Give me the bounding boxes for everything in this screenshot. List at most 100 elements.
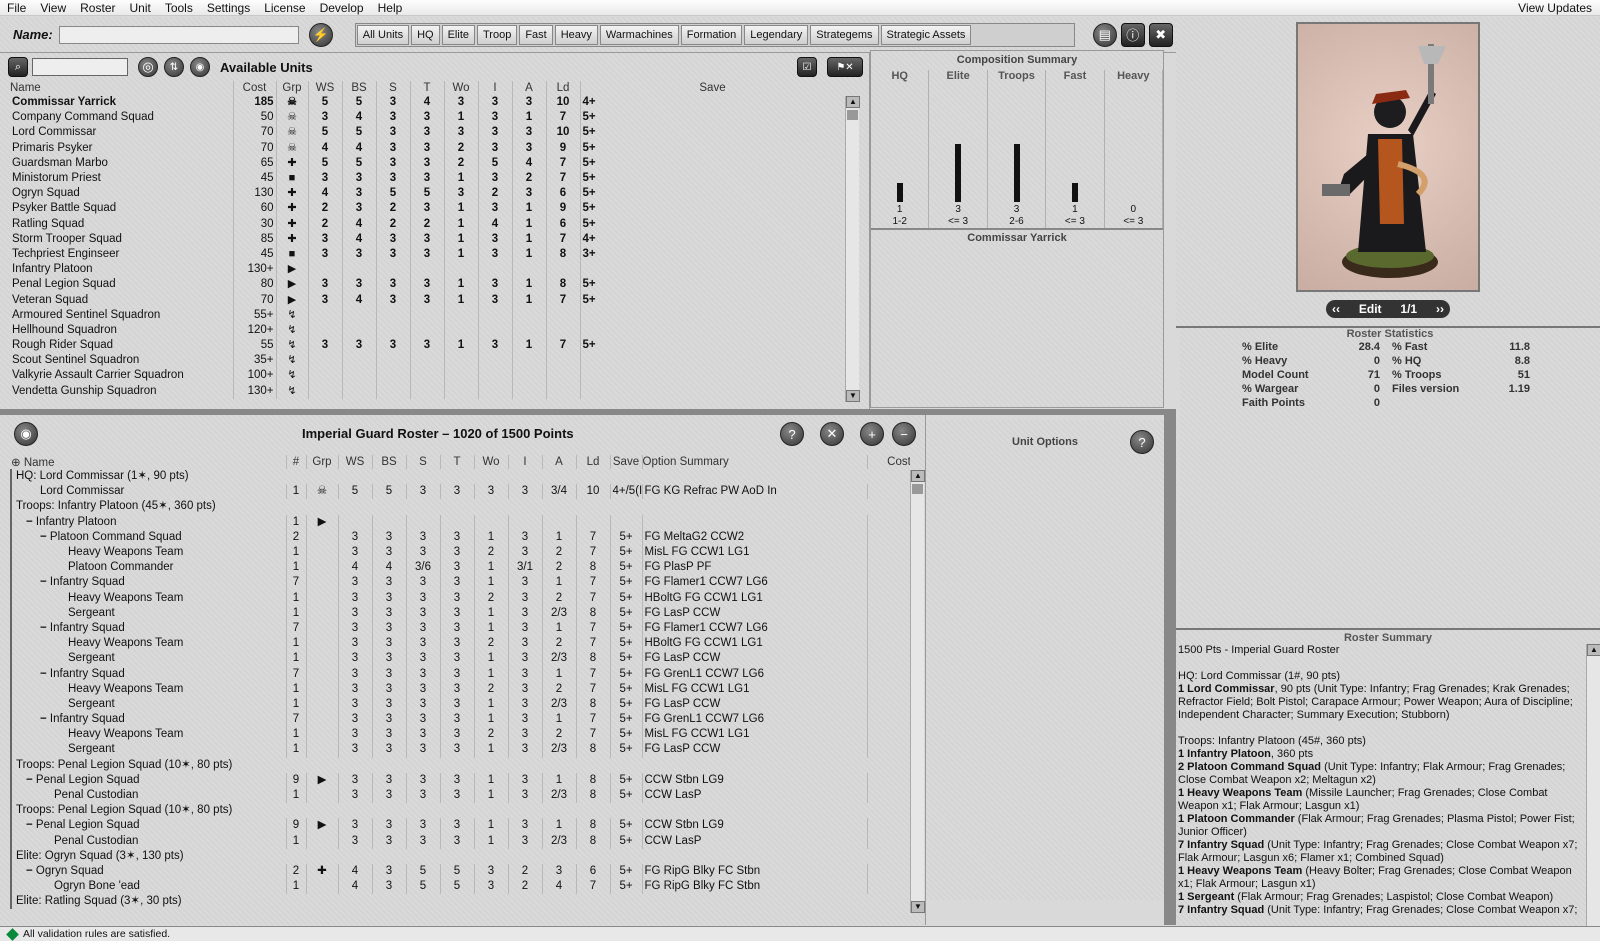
roster-unit-row[interactable]: − Penal Legion Squad 9 ▶ 3 3 3 3 1 3 1 8 5+ CCW Stbn… <box>10 772 910 788</box>
column-header-ld[interactable]: Ld <box>546 81 581 95</box>
column-header-s[interactable]: S <box>376 81 411 95</box>
roster-column-a[interactable]: A <box>542 455 577 469</box>
collapse-icon[interactable]: − <box>26 819 36 831</box>
roster-unit-row[interactable]: Lord Commissar 1 ☠ 5 5 3 3 3 3 3/4 10 4+/5(I FG KG R… <box>10 484 910 500</box>
roster-column-option-summary[interactable]: Option Summary <box>642 455 868 469</box>
available-unit-row[interactable]: Penal Legion Squad 80 ▶ 3 3 3 3 1 3 1 8 5+ <box>10 277 845 293</box>
edit-button[interactable]: Edit <box>1359 302 1382 316</box>
available-unit-row[interactable]: Commissar Yarrick 185 ☠ 5 5 3 4 3 3 3 10 4+ <box>10 95 845 111</box>
tab-troop[interactable]: Troop <box>477 24 518 45</box>
available-unit-row[interactable]: Storm Trooper Squad 85 ✚ 3 4 3 3 1 3 1 7 4+ <box>10 231 845 247</box>
tab-strategic-assets[interactable]: Strategic Assets <box>880 24 972 45</box>
available-unit-row[interactable]: Ratling Squad 30 ✚ 2 4 2 2 1 4 1 6 5+ <box>10 216 845 232</box>
roster-section-row[interactable]: Troops: Infantry Platoon (45✶, 360 pts) <box>10 499 910 515</box>
roster-section-row[interactable]: HQ: Lord Commissar (1✶, 90 pts) <box>10 469 910 485</box>
available-unit-row[interactable]: Vendetta Gunship Squadron 130+ ↯ <box>10 383 845 399</box>
clear-search-icon[interactable]: ◎ <box>138 57 158 77</box>
roster-unit-row[interactable]: Sergeant13333132/385+FG LasP CCW[5] <box>10 651 910 667</box>
validate-icon[interactable]: ⚡ <box>308 22 333 47</box>
roster-unit-row[interactable]: Penal Custodian13333132/385+CCW LasP[8] <box>10 833 910 849</box>
vertical-splitter[interactable] <box>1164 415 1176 925</box>
roster-section-row[interactable]: Troops: Penal Legion Squad (10✶, 80 pts) <box>10 757 910 773</box>
column-header-cost[interactable]: Cost <box>233 81 277 95</box>
available-unit-row[interactable]: Psyker Battle Squad 60 ✚ 2 3 2 3 1 3 1 9 5+ <box>10 201 845 217</box>
scroll-up-icon[interactable]: ▲ <box>846 96 860 108</box>
available-unit-row[interactable]: Rough Rider Squad 55 ↯ 3 3 3 3 1 3 1 7 5+ <box>10 338 845 354</box>
eye-icon[interactable]: ◉ <box>190 57 210 77</box>
roster-section-row[interactable]: Elite: Ogryn Squad (3✶, 130 pts) <box>10 848 910 864</box>
roster-eye-icon[interactable]: ◉ <box>14 422 38 446</box>
roster-column-cost[interactable]: Cost <box>867 455 910 469</box>
roster-scroll-down-icon[interactable]: ▼ <box>911 901 925 913</box>
roster-unit-row[interactable]: Heavy Weapons Team 1 3 3 3 3 2 3 2 7 5+ MisL FG CCW… <box>10 544 910 561</box>
tab-warmachines[interactable]: Warmachines <box>599 24 679 45</box>
prev-icon[interactable]: ‹‹ <box>1332 302 1340 316</box>
column-header-a[interactable]: A <box>512 81 547 95</box>
roster-unit-row[interactable]: − Infantry Squad 7 3 3 3 3 1 3 1 7 5+ FG Flamer1 CC… <box>10 575 910 591</box>
checklist-icon[interactable]: ☑ <box>797 57 817 77</box>
roster-column-t[interactable]: T <box>440 455 475 469</box>
sort-icon[interactable]: ⇅ <box>164 57 184 77</box>
collapse-icon[interactable]: − <box>40 576 50 588</box>
roster-unit-row[interactable]: Heavy Weapons Team 1 3 3 3 3 2 3 2 7 5+ MisL FG CCW… <box>10 727 910 743</box>
roster-column-i[interactable]: I <box>508 455 543 469</box>
roster-section-row[interactable]: Troops: Penal Legion Squad (10✶, 80 pts) <box>10 803 910 819</box>
roster-scroll-thumb[interactable] <box>912 484 923 494</box>
roster-unit-row[interactable]: − Penal Legion Squad 9 ▶ 3 3 3 3 1 3 1 8 5+ CCW Stbn… <box>10 818 910 834</box>
flag-icon[interactable]: ⚑✕ <box>827 57 863 77</box>
roster-unit-row[interactable]: Heavy Weapons Team 1 3 3 3 3 2 3 2 7 5+ MisL FG CCW… <box>10 681 910 697</box>
column-header-bs[interactable]: BS <box>342 81 377 95</box>
roster-unit-row[interactable]: − Ogryn Squad 2 ✚ 4 3 5 5 3 2 3 6 5+ FG RipG Blky FC… <box>10 863 910 880</box>
unit-options-help-icon[interactable]: ? <box>1130 430 1154 454</box>
roster-column-save[interactable]: Save <box>610 455 643 469</box>
roster-unit-row[interactable]: Heavy Weapons Team 1 3 3 3 3 2 3 2 7 5+ HBoltG FG C… <box>10 590 910 606</box>
menu-tools[interactable]: Tools <box>158 0 200 16</box>
tab-fast[interactable]: Fast <box>519 24 553 45</box>
tab-legendary[interactable]: Legendary <box>744 24 809 45</box>
remove-unit-icon[interactable]: ✕ <box>820 422 844 446</box>
column-header-i[interactable]: I <box>478 81 513 95</box>
roster-column-ws[interactable]: WS <box>338 455 373 469</box>
roster-unit-row[interactable]: Sergeant13333132/385+FG LasP CCW[5] <box>10 605 910 621</box>
tab-elite[interactable]: Elite <box>441 24 475 45</box>
print-icon[interactable]: ▤ <box>1092 22 1117 47</box>
available-unit-row[interactable]: Ministorum Priest 45 ■ 3 3 3 3 1 3 2 7 5+ <box>10 170 845 187</box>
roster-column-grp[interactable]: Grp <box>306 455 339 469</box>
menu-help[interactable]: Help <box>371 0 410 16</box>
roster-column-s[interactable]: S <box>406 455 441 469</box>
available-unit-row[interactable]: Scout Sentinel Squadron 35+ ↯ <box>10 353 845 369</box>
collapse-icon[interactable]: − <box>40 622 50 634</box>
tab-formation[interactable]: Formation <box>680 24 743 45</box>
roster-column-ld[interactable]: Ld <box>576 455 611 469</box>
available-unit-row[interactable]: Veteran Squad 70 ▶ 3 4 3 3 1 3 1 7 5+ <box>10 292 845 308</box>
tab-hq[interactable]: HQ <box>411 24 440 45</box>
tools-icon[interactable]: ✖ <box>1148 22 1173 47</box>
available-scrollbar[interactable]: ▲ ▼ <box>845 96 860 402</box>
collapse-icon[interactable]: − <box>26 865 36 877</box>
available-unit-row[interactable]: Lord Commissar 70 ☠ 5 5 3 3 3 3 3 10 5+ <box>10 125 845 141</box>
roster-column-#[interactable]: # <box>286 455 307 469</box>
summary-scrollbar[interactable]: ▲ <box>1586 644 1600 928</box>
tab-strategems[interactable]: Strategems <box>810 24 879 45</box>
roster-unit-row[interactable]: − Infantry Squad 7 3 3 3 3 1 3 1 7 5+ FG GrenL1 CCW… <box>10 712 910 728</box>
collapse-icon[interactable]: − <box>40 531 50 543</box>
roster-scroll-up-icon[interactable]: ▲ <box>911 470 925 482</box>
menu-develop[interactable]: Develop <box>313 0 371 16</box>
roster-unit-row[interactable]: − Platoon Command Squad 2 3 3 3 3 1 3 1 7 5+ FG Mel… <box>10 529 910 545</box>
roster-unit-row[interactable]: Platoon Commander 1 4 4 3/6 3 1 3/1 2 8 5+ FG PlasP… <box>10 560 910 576</box>
scroll-down-icon[interactable]: ▼ <box>846 390 860 402</box>
menu-roster[interactable]: Roster <box>73 0 122 16</box>
column-header-name[interactable]: Name <box>10 81 234 95</box>
summary-scroll-up-icon[interactable]: ▲ <box>1587 644 1600 656</box>
roster-column-bs[interactable]: BS <box>372 455 407 469</box>
plus-icon[interactable]: + <box>860 422 884 446</box>
menu-unit[interactable]: Unit <box>122 0 157 16</box>
available-unit-row[interactable]: Primaris Psyker 70 ☠ 4 4 3 3 2 3 3 9 5+ <box>10 140 845 156</box>
roster-name-input[interactable] <box>58 25 299 44</box>
minus-icon[interactable]: − <box>892 422 916 446</box>
unit-search-input[interactable] <box>32 58 128 76</box>
tab-all-units[interactable]: All Units <box>356 24 410 45</box>
menu-license[interactable]: License <box>257 0 312 16</box>
roster-unit-row[interactable]: Sergeant13333132/385+FG LasP CCW[5] <box>10 742 910 758</box>
menu-settings[interactable]: Settings <box>200 0 257 16</box>
